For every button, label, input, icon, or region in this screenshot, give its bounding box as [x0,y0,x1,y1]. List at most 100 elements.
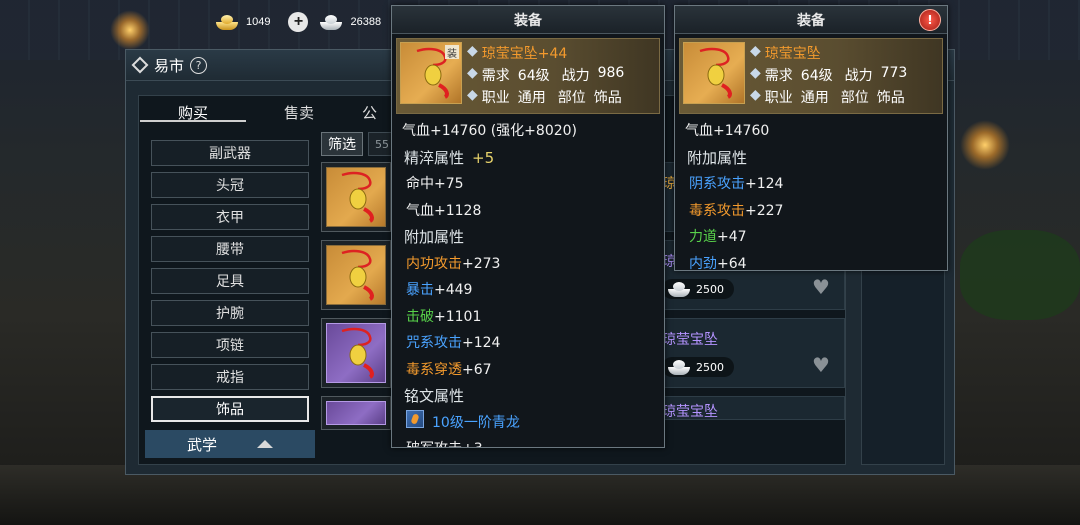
stat-value: +449 [434,282,473,298]
stat-value: +47 [717,229,747,245]
alert-icon[interactable]: ! [919,9,941,31]
tab-sell[interactable]: 售卖 [246,102,352,122]
tooltip-name-line: ◆ 琼莹宝坠 [750,43,821,62]
category-helmet[interactable]: 头冠 [151,172,309,198]
stat-label: 击破 [406,308,434,325]
item-slot[interactable] [321,240,391,310]
pendant-icon [326,167,386,227]
item-tooltip-compare: 装备 ! ◆ 琼莹宝坠 ◆ 需求 64级 战力 773 ◆ 职业 通用 部位 饰… [674,5,948,272]
silver-ingot-icon [666,359,692,375]
filter-button[interactable]: 筛选 [321,132,363,156]
silver-ingot-icon [318,14,344,30]
tooltip-name-line: ◆ 琼莹宝坠+44 [467,43,568,62]
add-currency-button[interactable]: + [288,12,309,32]
extra-title: 附加属性 [404,228,465,246]
listing-card[interactable]: 琼莹宝坠 2500 ♥ [653,318,845,388]
slot-value: 饰品 [593,90,622,106]
category-boots[interactable]: 足具 [151,268,309,294]
market-title: 易市 [154,56,185,75]
pendant-drawing [341,171,374,223]
tooltip-stats: 气血+14760 (强化+8020) 精淬属性 +5 命中 +75 气血 +1128… [392,114,664,447]
category-martial-arts[interactable]: 武学 [145,430,315,458]
item-slot[interactable] [321,396,391,430]
tooltip-req-line: ◆ 需求 64级 战力 986 [467,65,625,84]
tooltip-req-line: ◆ 需求 64级 战力 773 [750,65,908,84]
stat-label: 暴击 [406,282,434,298]
category-necklace[interactable]: 项链 [151,332,309,358]
category-ring[interactable]: 戒指 [151,364,309,390]
stat-value: +67 [462,361,492,378]
lantern-glow [110,10,150,50]
price-value: 2500 [696,360,724,374]
stat-value: +1128 [434,202,482,219]
tooltip-header-label: 装备 [797,12,825,29]
tooltip-summary: 装 ◆ 琼莹宝坠+44 ◆ 需求 64级 战力 986 ◆ 职业 通用 部位 饰… [396,38,660,114]
listing-card[interactable]: 琼莹宝坠 [653,396,845,420]
listing-price: 2500 [662,279,734,299]
slot-label: 部位 [557,90,586,106]
refine-section: 精淬属性 +5 [402,145,654,172]
pendant-icon [326,323,386,383]
pendant-drawing [341,327,374,379]
power-value: 986 [597,65,625,81]
stat-line: 咒系攻击 +124 [402,330,654,357]
refine-title: 精淬属性 [404,148,465,167]
gold-amount: 1049 [246,16,271,28]
stat-label: 内劲 [689,255,717,272]
extra-title: 附加属性 [687,148,748,167]
listing-name: 琼莹宝坠 [662,332,718,348]
tab-public[interactable]: 公 [362,102,377,122]
item-slot[interactable] [321,318,391,388]
tooltip-class-line: ◆ 职业 通用 部位 饰品 [750,87,905,106]
tab-buy[interactable]: 购买 [140,102,246,122]
pendant-drawing [699,47,732,99]
price-value: 2500 [696,282,724,296]
tooltip-header: 装备 [392,6,664,34]
category-armor[interactable]: 衣甲 [151,204,309,230]
stat-line: 击破 +1101 [402,304,654,331]
item-slot[interactable] [321,162,391,232]
category-accessory[interactable]: 饰品 [151,396,309,422]
stat-label: 气血 [406,202,434,219]
market-emblem-icon [131,56,149,74]
category-secondary-weapon[interactable]: 副武器 [151,140,309,166]
stat-value: +227 [745,202,784,219]
hp-line: 气血+14760 [685,123,770,139]
class-label: 职业 [481,90,510,106]
item-name: 琼莹宝坠+44 [481,46,568,62]
pendant-icon [326,245,386,305]
pendant-icon [683,42,745,104]
stat-value: +124 [462,335,501,351]
stat-line-cutoff: 破军攻击+3 [402,436,654,447]
stat-line: 命中 +75 [402,171,654,198]
stat-label: 阴系攻击 [689,176,745,192]
stat-line: 力道 +47 [685,224,937,251]
stat-label: 毒系攻击 [689,202,745,219]
help-button[interactable]: ? [190,56,208,74]
chevron-up-icon [257,440,273,448]
category-belt[interactable]: 腰带 [151,236,309,262]
stat-label: 力道 [689,229,717,245]
tooltip-summary: ◆ 琼莹宝坠 ◆ 需求 64级 战力 773 ◆ 职业 通用 部位 饰品 [679,38,943,114]
favorite-heart-icon[interactable]: ♥ [812,277,834,297]
stat-line: 毒系穿透 +67 [402,357,654,384]
stat-line: 毒系攻击 +227 [685,198,937,225]
stat-line: 气血 +1128 [402,198,654,225]
stat-line: 阴系攻击 +124 [685,171,937,198]
tooltip-header: 装备 ! [675,6,947,34]
power-label: 战力 [844,68,873,84]
favorite-heart-icon[interactable]: ♥ [812,355,834,375]
req-value: 64级 [800,68,833,84]
stat-value: +75 [434,176,464,192]
listing-price: 2500 [662,357,734,377]
req-value: 64级 [517,68,550,84]
stat-label: 命中 [406,176,434,192]
rune-title: 铭文属性 [404,387,465,405]
gold-ingot-icon [214,14,240,30]
lantern-glow [960,120,1010,170]
silver-ingot-icon [666,281,692,297]
rune-line: 10级一阶青龙 [402,409,654,437]
category-bracers[interactable]: 护腕 [151,300,309,326]
pendant-icon [326,401,386,425]
tree-foliage [960,230,1080,320]
